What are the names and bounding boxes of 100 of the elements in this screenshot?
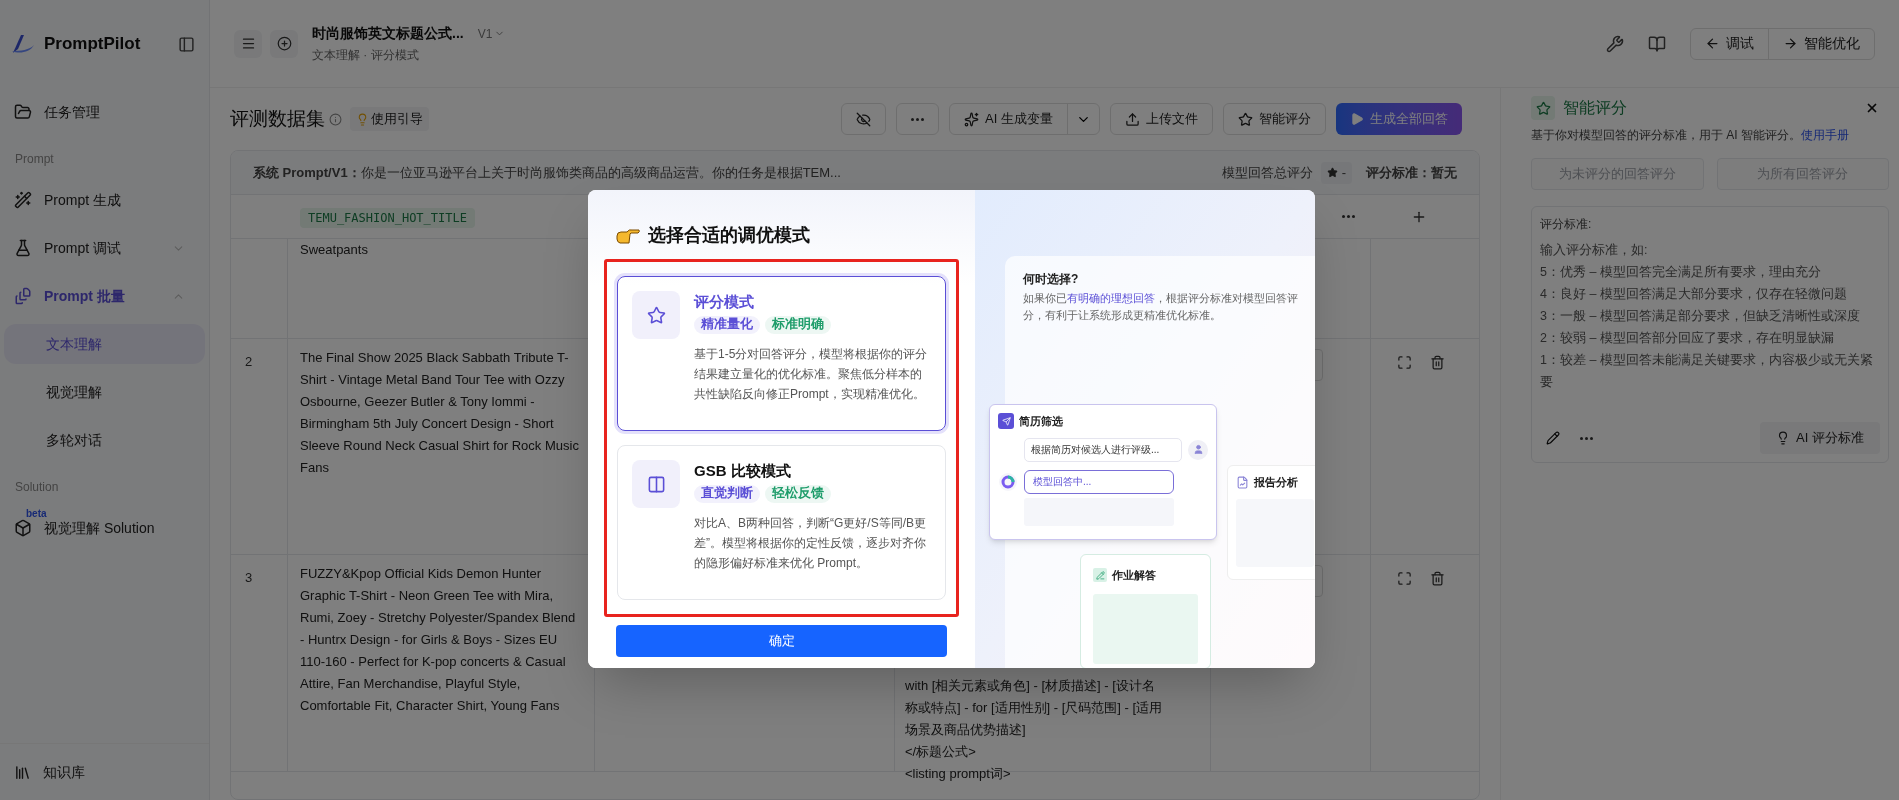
mode-description: 对比A、B两种回答，判断“G更好/S等同/B更差”。模型将根据你的定性反馈，逐步对齐你的隐形偏好标准来优化 Prompt。	[694, 514, 927, 572]
wrench-icon[interactable]	[1606, 34, 1624, 53]
panel-description: 基于你对模型回答的评分标准，用于 AI 智能评分。使用手册	[1531, 127, 1850, 144]
generate-all-button[interactable]: 生成全部回答	[1336, 103, 1462, 135]
mode-title: GSB 比较模式	[694, 461, 792, 481]
dataset-title: 评测数据集	[230, 106, 325, 131]
task-title: 时尚服饰英文标题公式...	[312, 24, 464, 43]
total-score-label: 模型回答总评分	[1221, 163, 1313, 182]
library-icon	[14, 763, 31, 781]
expand-icon[interactable]	[1397, 571, 1412, 586]
column-header: TEMU_FASHION_HOT_TITLE	[300, 207, 475, 228]
close-icon	[1865, 101, 1879, 115]
mode-tag: 轻松反馈	[765, 484, 831, 503]
smart-score-button[interactable]: 智能评分	[1223, 103, 1326, 135]
plus-circle-icon	[276, 36, 292, 51]
sidebar-item-icon	[14, 287, 32, 305]
star-icon	[1326, 167, 1338, 178]
sidebar-item-icon	[14, 519, 32, 537]
guide-chip[interactable]: 使用引导	[350, 107, 429, 131]
pointing-hand-icon	[616, 226, 640, 245]
mode-tag: 标准明确	[765, 315, 831, 334]
output-text-line: 称或特点] - for [适用性别] - [尺码范围] - [适用	[905, 699, 1164, 717]
output-text-line: with [相关元素或角色] - [材质描述] - [设计名	[905, 677, 1156, 695]
sidebar-item-icon	[14, 103, 32, 121]
info-title: 何时选择?	[1023, 271, 1079, 288]
sidebar-toggle-icon	[178, 35, 195, 53]
arrow-right-icon	[1783, 36, 1798, 51]
sidebar-subitem[interactable]: 文本理解	[4, 324, 205, 364]
delete-icon[interactable]	[1430, 571, 1445, 586]
sidebar-subitem[interactable]: 视觉理解	[4, 372, 205, 412]
user-avatar-icon	[1188, 439, 1208, 460]
sidebar-section-label: Prompt	[14, 151, 55, 168]
mode-tag: 直觉判断	[694, 484, 760, 503]
table-cell-text: Sweatpants	[300, 241, 369, 259]
output-text-line: 场景及商品优势描述]	[905, 721, 1027, 739]
table-cell-text: FUZZY&Kpop Official Kids Demon Hunter Graphic T-Shirt - Neon Green Tee with Mira, Rumi, Zoey - Stretchy Polyester/Spandex Blend - Huntrx Design - for Girls & Boys - Sizes EU 110-160 - Perfect for K-pop concerts & Casual Attire, Fan Merchandise, Playful Style, Comfortable Fit, Character Shirt, Young Fans	[300, 565, 577, 715]
prompt-bubble: 根据简历对候选人进行评级...	[1024, 437, 1183, 462]
book-icon[interactable]	[1648, 34, 1666, 53]
reply-bubble: 模型回答中...	[1024, 469, 1174, 494]
manual-link[interactable]: 使用手册	[1801, 128, 1849, 142]
close-button[interactable]	[1865, 101, 1879, 115]
system-prompt-text: 系统 Prompt/V1：你是一位亚马逊平台上关于时尚服饰类商品的高级商品运营。你的任务是根据TEM...	[253, 163, 841, 182]
score-chip: -	[1320, 161, 1352, 184]
add-button[interactable]	[270, 29, 298, 58]
beta-label: beta	[26, 507, 47, 521]
assistant-logo-icon	[998, 471, 1018, 492]
table-cell-text: The Final Show 2025 Black Sabbath Tribute T-Shirt - Vintage Metal Band Tour Tee with Ozzy Osbourne, Geezer Butler & Tony Iommi - Birmingham 5th July Concert Design - Short Sleeve Round Neck Casual Shirt for Rock Music Fans	[300, 349, 580, 477]
send-icon	[998, 413, 1014, 430]
mode-option-card[interactable]: 评分模式 精准量化 标准明确 基于1-5分对回答评分，模型将根据你的评分结果建立量化的优化标准。聚焦低分样本的共性缺陷反向修正Prompt，实现精准优化。	[617, 276, 946, 431]
more-icon[interactable]	[1580, 436, 1593, 440]
app-logo-text: PromptPilot	[44, 33, 141, 56]
lightbulb-icon	[356, 112, 369, 126]
pencil-icon	[1093, 568, 1107, 583]
sidebar-section-label: Solution	[14, 479, 60, 496]
eye-off-icon	[856, 111, 872, 127]
column-more-icon[interactable]	[1342, 215, 1355, 218]
sidebar-item-icon	[14, 239, 32, 257]
dialog-title: 选择合适的调优模式	[648, 224, 810, 247]
sidebar-subitem[interactable]: 多轮对话	[4, 420, 205, 460]
sparkles-icon	[964, 111, 980, 127]
confirm-button[interactable]: 确定	[616, 625, 947, 657]
breadcrumb: 文本理解 · 评分模式	[312, 47, 420, 64]
criteria-label: 评分标准:	[1540, 216, 1593, 233]
row-index: 3	[245, 570, 253, 585]
info-icon	[329, 112, 342, 126]
more-icon	[911, 117, 925, 121]
sidebar-item[interactable]: beta 视觉理解 Solution	[4, 504, 205, 552]
chart-icon	[1236, 475, 1249, 489]
criteria-status: 评分标准：暂无	[1366, 163, 1457, 182]
sidebar-item-icon	[14, 191, 32, 209]
sidebar-group[interactable]: Prompt 调试	[4, 224, 205, 272]
play-icon	[1350, 112, 1364, 126]
row-index: 2	[245, 354, 253, 369]
version-dropdown[interactable]: V1	[477, 24, 506, 43]
mode-tag: 精准量化	[694, 315, 760, 334]
optimize-button[interactable]: 智能优化	[1768, 28, 1874, 59]
menu-icon	[240, 36, 256, 51]
menu-button[interactable]	[234, 29, 262, 58]
star-icon	[1238, 111, 1253, 127]
sidebar-item[interactable]: Prompt 生成	[4, 176, 205, 224]
sidebar-item[interactable]: 知识库	[0, 744, 209, 800]
mode-option-card[interactable]: GSB 比较模式 直觉判断 轻松反馈 对比A、B两种回答，判断“G更好/S等同/B更差”。模型将根据你的定性反馈，逐步对齐你的隐形偏好标准来优化 Prompt。	[617, 445, 946, 600]
delete-icon[interactable]	[1430, 355, 1445, 370]
mode-description: 基于1-5分对回答评分，模型将根据你的评分结果建立量化的优化标准。聚焦低分样本的共性缺陷反向修正Prompt，实现精准优化。	[694, 345, 929, 403]
upload-icon	[1125, 111, 1140, 127]
card-title: 报告分析	[1254, 475, 1298, 490]
output-text-line: </标题公式>	[905, 743, 977, 761]
compare-icon	[632, 460, 680, 508]
sidebar-group[interactable]: Prompt 批量	[4, 272, 205, 320]
card-title: 作业解答	[1112, 568, 1156, 583]
mode-title: 评分模式	[694, 292, 755, 312]
info-description: 如果你已有明确的理想回答，根据评分标准对模型回答评分，有利于让系统形成更精准优化标准。	[1023, 291, 1299, 323]
sidebar-item[interactable]: 任务管理	[4, 88, 205, 136]
debug-button[interactable]: 调试	[1691, 28, 1768, 59]
ai-criteria-button[interactable]: AI 评分标准	[1760, 422, 1880, 454]
expand-icon[interactable]	[1397, 355, 1412, 370]
hide-button[interactable]	[841, 103, 887, 135]
panel-title: 智能评分	[1563, 98, 1627, 118]
upload-button[interactable]: 上传文件	[1110, 103, 1213, 135]
edit-icon[interactable]	[1546, 431, 1560, 445]
